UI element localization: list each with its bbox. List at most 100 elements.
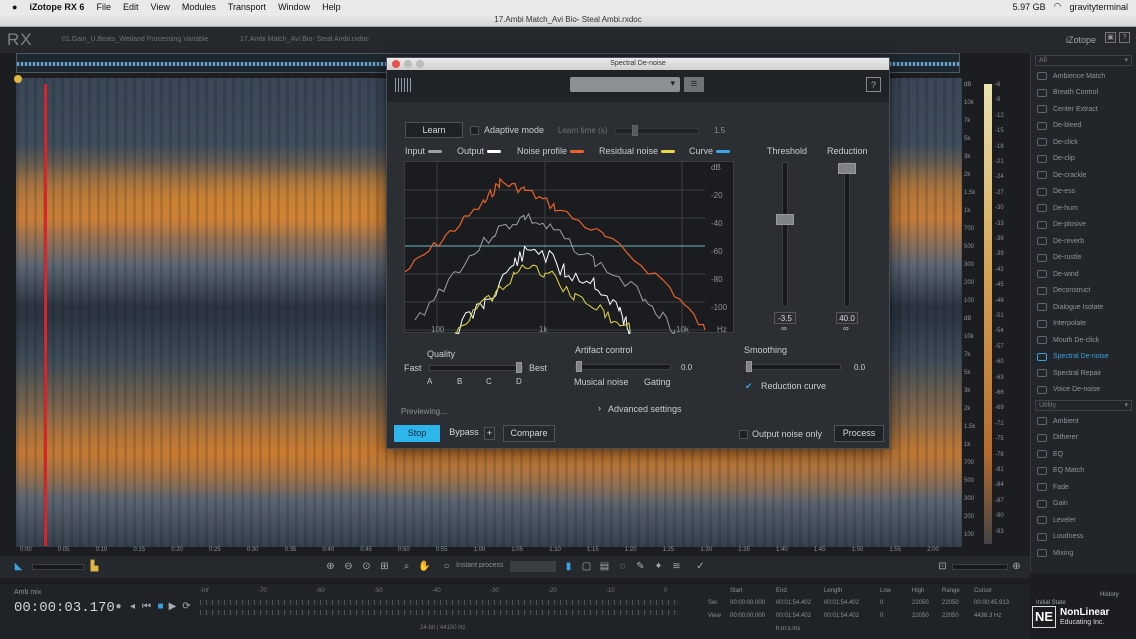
info-cell[interactable]: 00:00:00.000 <box>730 613 765 619</box>
smoothing-knob[interactable] <box>746 361 752 372</box>
module-item[interactable]: De-crackle <box>1031 167 1136 184</box>
hand-icon[interactable]: ✋ <box>418 560 431 573</box>
waveform-toggle-icon[interactable]: ◣ <box>12 560 25 573</box>
learn-time-slider[interactable] <box>615 125 699 136</box>
freq-selection-icon[interactable]: ▤ <box>598 560 611 573</box>
module-item[interactable]: De-rustle <box>1031 250 1136 267</box>
utility-item[interactable]: EQ <box>1031 446 1136 463</box>
module-item[interactable]: De-clip <box>1031 151 1136 168</box>
info-cell[interactable]: 00:01:54.402 <box>824 613 859 619</box>
minimize-icon[interactable] <box>404 60 412 68</box>
menu-app[interactable]: iZotope RX 6 <box>29 2 84 12</box>
threshold-knob[interactable] <box>776 213 794 225</box>
quality-slider[interactable] <box>429 362 523 373</box>
reduction-value[interactable]: 40.0 <box>836 312 858 324</box>
smoothing-slider[interactable] <box>745 361 841 372</box>
threshold-value[interactable]: -3.5 <box>774 312 796 324</box>
spectrogram-toggle-icon[interactable]: ▙ <box>88 560 101 573</box>
module-item[interactable]: De-click <box>1031 134 1136 151</box>
rect-selection-icon[interactable]: ▢ <box>580 560 593 573</box>
learn-time-knob[interactable] <box>632 125 638 136</box>
help-icon[interactable]: ? <box>1119 32 1130 43</box>
module-item[interactable]: De-hum <box>1031 200 1136 217</box>
module-item[interactable]: Voice De-noise <box>1031 382 1136 399</box>
zoom-slider-icon[interactable]: ⊡ <box>936 560 949 573</box>
module-item[interactable]: De-plosive <box>1031 217 1136 234</box>
rewind-icon[interactable]: ◂ <box>126 600 139 613</box>
menu-modules[interactable]: Modules <box>182 2 216 12</box>
file-tab-1[interactable]: 01.Gain_U.Beats_Wetland Processing Varia… <box>62 36 208 43</box>
wifi-icon[interactable]: ◠ <box>1054 1 1062 12</box>
harmonic-icon[interactable]: ≋ <box>670 560 683 573</box>
bypass-button[interactable]: Bypass <box>445 425 483 442</box>
menu-window[interactable]: Window <box>278 2 310 12</box>
process-button[interactable]: Process <box>834 425 884 442</box>
menu-file[interactable]: File <box>96 2 111 12</box>
module-item[interactable]: Center Extract <box>1031 101 1136 118</box>
utility-item[interactable]: Gain <box>1031 496 1136 513</box>
info-cell[interactable]: 0 <box>880 613 883 619</box>
menu-help[interactable]: Help <box>322 2 341 12</box>
zoom-in-icon[interactable]: ⊕ <box>324 560 337 573</box>
utility-item[interactable]: Mixing <box>1031 545 1136 562</box>
module-item[interactable]: Ambience Match <box>1031 68 1136 85</box>
zoom-icon[interactable] <box>416 60 424 68</box>
spectrum-graph[interactable]: dB -20 -40 -60 -80 -100 100 1k 10k Hz <box>404 161 734 338</box>
info-cell[interactable]: 0 <box>880 600 883 606</box>
threshold-fader[interactable] <box>776 162 794 307</box>
module-item[interactable]: Breath Control <box>1031 85 1136 102</box>
info-cell[interactable]: 4436.3 Hz <box>974 613 1001 619</box>
reduction-curve-checkbox[interactable]: ✔ <box>745 381 753 392</box>
utility-dropdown[interactable]: Utility <box>1035 400 1132 411</box>
zoom-out-icon[interactable]: ⊖ <box>342 560 355 573</box>
threshold-link-icon[interactable]: ∞ <box>781 324 787 333</box>
zoom-fit-icon[interactable]: ⊞ <box>378 560 391 573</box>
instant-process-icon[interactable]: ○ <box>440 560 453 573</box>
artifact-knob[interactable] <box>576 361 582 372</box>
wand-icon[interactable]: ✦ <box>652 560 665 573</box>
module-item[interactable]: De-ess <box>1031 184 1136 201</box>
file-tab-2[interactable]: 17.Ambi Match_Avi Bio- Steal Ambi.rxdoc <box>240 36 369 43</box>
info-cell[interactable]: 00:01:54.402 <box>776 600 811 606</box>
module-item[interactable]: De-bleed <box>1031 118 1136 135</box>
instant-process-dropdown[interactable] <box>510 561 556 572</box>
artifact-control-slider[interactable] <box>575 361 671 372</box>
artifact-control-value[interactable]: 0.0 <box>681 363 692 372</box>
advanced-settings-toggle[interactable]: Advanced settings <box>608 404 682 414</box>
zoom-in-vertical-icon[interactable]: ⊕ <box>1010 560 1023 573</box>
play-icon[interactable]: ▶ <box>166 600 179 613</box>
module-item[interactable]: De-wind <box>1031 266 1136 283</box>
utility-item[interactable]: Ambient <box>1031 413 1136 430</box>
brush-icon[interactable]: ✎ <box>634 560 647 573</box>
preset-menu-icon[interactable]: ≡ <box>684 77 704 92</box>
info-cell[interactable]: 22050 <box>912 600 929 606</box>
module-item[interactable]: Spectral De-noise <box>1031 349 1136 366</box>
info-cell[interactable]: 22050 <box>912 613 929 619</box>
window-mode-icon[interactable]: ▣ <box>1105 32 1116 43</box>
stop-button[interactable]: Stop <box>394 425 440 442</box>
magnify-icon[interactable]: ⌕ <box>400 560 413 573</box>
user-name[interactable]: gravityterminal <box>1069 2 1128 12</box>
loop-icon[interactable]: ⟳ <box>180 600 193 613</box>
learn-button[interactable]: Learn <box>405 122 463 138</box>
instant-process-label[interactable]: Instant process <box>456 562 503 569</box>
playhead[interactable] <box>44 84 47 546</box>
close-icon[interactable] <box>392 60 400 68</box>
dialog-titlebar[interactable]: Spectral De-noise <box>387 58 889 70</box>
module-item[interactable]: De-reverb <box>1031 233 1136 250</box>
reduction-fader[interactable] <box>838 162 856 307</box>
module-item[interactable]: Dialogue Isolate <box>1031 299 1136 316</box>
zoom-selection-icon[interactable]: ⊙ <box>360 560 373 573</box>
lasso-icon[interactable]: ◌ <box>616 560 629 573</box>
compare-button[interactable]: Compare <box>503 425 555 442</box>
reduction-knob[interactable] <box>838 163 856 174</box>
playhead-marker[interactable] <box>14 75 22 83</box>
advanced-settings-chevron-icon[interactable]: › <box>598 403 601 413</box>
apple-icon[interactable]: ● <box>12 2 17 12</box>
module-item[interactable]: Deconstruct <box>1031 283 1136 300</box>
record-icon[interactable]: ● <box>112 600 125 613</box>
info-cell[interactable]: 00:01:54.402 <box>824 600 859 606</box>
utility-item[interactable]: Fade <box>1031 479 1136 496</box>
back-icon[interactable]: ⏮ <box>140 600 153 613</box>
time-selection-icon[interactable]: ▮ <box>562 560 575 573</box>
